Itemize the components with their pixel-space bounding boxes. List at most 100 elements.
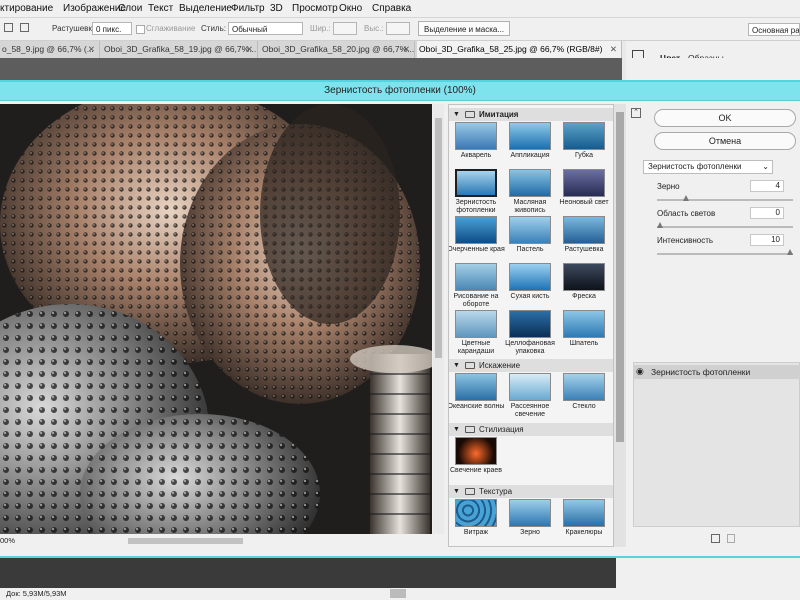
menu-help[interactable]: Справка <box>372 3 411 14</box>
filter-sponge[interactable]: Губка <box>557 122 609 172</box>
filter-palette-knife[interactable]: Шпатель <box>557 310 609 360</box>
style-select[interactable]: Обычный <box>228 22 303 35</box>
filter-fresco[interactable]: Фреска <box>557 263 609 313</box>
menu-select[interactable]: Выделение <box>179 3 232 14</box>
filter-watercolor[interactable]: Акварель <box>449 122 501 172</box>
scroll-thumb[interactable] <box>435 118 442 358</box>
applied-filter-row[interactable]: ◉ Зернистость фотопленки <box>633 365 800 379</box>
filter-rough-pastels[interactable]: Пастель <box>503 216 555 266</box>
canvas-bottom <box>0 558 616 588</box>
filter-label: Растушевка <box>564 246 604 253</box>
gallery-scrollbar[interactable] <box>614 104 626 547</box>
category-label: Искажение <box>479 361 521 370</box>
close-icon[interactable]: ✕ <box>88 41 95 58</box>
filter-cutout[interactable]: Аппликация <box>503 122 555 172</box>
applied-filters-list <box>633 362 800 527</box>
category-texture[interactable]: ▼ Текстура <box>449 485 613 498</box>
grain-slider-knob[interactable] <box>683 195 689 201</box>
scroll-handle-icon[interactable] <box>390 589 406 598</box>
filter-stained-glass[interactable]: Витраж <box>449 499 501 546</box>
new-selection-icon[interactable] <box>4 23 13 32</box>
highlight-area-slider-knob[interactable] <box>657 222 663 228</box>
filter-label: Целлофановая упаковка <box>505 340 555 355</box>
intensity-slider-knob[interactable] <box>787 249 793 255</box>
filter-label: Пастель <box>516 246 544 253</box>
filter-neon-glow[interactable]: Неоновый свет <box>557 169 609 219</box>
preview-image[interactable] <box>0 104 432 534</box>
workspace-select[interactable]: Основная рабоч <box>748 23 800 36</box>
height-label: Выс.: <box>364 24 384 33</box>
tab-doc-19[interactable]: Oboi_3D_Grafika_58_19.jpg @ 66,7%... ✕ <box>102 41 258 58</box>
filter-type-select[interactable]: Зернистость фотопленки ⌄ <box>643 160 773 174</box>
collapse-gallery-icon[interactable]: ⌃ <box>631 108 641 118</box>
add-selection-icon[interactable] <box>20 23 29 32</box>
options-bar: Растушевка: 0 пикс. Сглаживание Стиль: О… <box>0 18 800 41</box>
menu-edit[interactable]: ктирование <box>0 3 53 14</box>
scroll-thumb[interactable] <box>128 538 243 544</box>
menu-3d[interactable]: 3D <box>270 3 283 14</box>
select-and-mask-button[interactable]: Выделение и маска... <box>418 21 511 36</box>
tab-doc-20[interactable]: Oboi_3D_Grafika_58_20.jpg @ 66,7%... ✕ <box>260 41 415 58</box>
highlight-area-slider[interactable] <box>657 226 793 228</box>
menu-image[interactable]: Изображение <box>63 3 126 14</box>
menu-view[interactable]: Просмотр <box>292 3 338 14</box>
category-artistic[interactable]: ▼ Имитация <box>449 108 613 121</box>
menu-text[interactable]: Текст <box>148 3 173 14</box>
filter-colored-pencil[interactable]: Цветные карандаши <box>449 310 501 360</box>
filter-diffuse-glow[interactable]: Рассеянное свечение <box>503 373 555 423</box>
intensity-slider[interactable] <box>657 253 793 255</box>
close-icon[interactable]: ✕ <box>610 41 617 58</box>
delete-effect-layer-icon[interactable] <box>727 534 735 543</box>
filter-craquelure[interactable]: Кракелюры <box>557 499 609 546</box>
zoom-level[interactable]: 00% <box>0 536 15 545</box>
filter-thumbnail <box>455 373 497 401</box>
width-input[interactable] <box>333 22 357 35</box>
grain-input[interactable]: 4 <box>750 180 784 192</box>
menu-layers[interactable]: Слои <box>118 3 142 14</box>
tab-doc-25[interactable]: Oboi_3D_Grafika_58_25.jpg @ 66,7% (RGB/8… <box>417 41 622 58</box>
filter-thumbnail <box>509 263 551 291</box>
feather-input[interactable]: 0 пикс. <box>92 22 132 35</box>
preview-horizontal-scrollbar[interactable]: 00% <box>0 535 445 547</box>
filter-glass[interactable]: Стекло <box>557 373 609 423</box>
filter-plastic-wrap[interactable]: Целлофановая упаковка <box>503 310 555 360</box>
filter-thumbnail <box>563 122 605 150</box>
filter-label: Рисование на обороте <box>453 293 499 308</box>
filter-poster-edges[interactable]: Очерченные края <box>449 216 505 266</box>
height-input[interactable] <box>386 22 410 35</box>
filter-film-grain[interactable]: Зернистость фотопленки <box>449 169 501 219</box>
highlight-area-input[interactable]: 0 <box>750 207 784 219</box>
filter-paint-daubs[interactable]: Масляная живопись <box>503 169 555 219</box>
filter-label: Рассеянное свечение <box>510 403 550 418</box>
filter-thumbnail <box>509 373 551 401</box>
menu-window[interactable]: Окно <box>339 3 362 14</box>
doc-size: Док: 5,93M/5,93M <box>6 589 67 598</box>
filter-glowing-edges[interactable]: Свечение краев <box>449 437 502 487</box>
filter-grain[interactable]: Зерно <box>503 499 555 546</box>
filter-dry-brush[interactable]: Сухая кисть <box>503 263 555 313</box>
eye-icon[interactable]: ◉ <box>636 366 644 377</box>
close-icon[interactable]: ✕ <box>246 41 253 58</box>
category-distort[interactable]: ▼ Искажение <box>449 359 613 372</box>
preview-vertical-scrollbar[interactable] <box>433 104 444 534</box>
dialog-titlebar: Зернистость фотопленки (100%) <box>0 80 800 101</box>
new-effect-layer-icon[interactable] <box>711 534 720 543</box>
filter-label: Витраж <box>463 529 489 536</box>
filter-thumbnail <box>563 263 605 291</box>
ok-button[interactable]: OK <box>654 109 796 127</box>
close-icon[interactable]: ✕ <box>403 41 410 58</box>
scroll-thumb[interactable] <box>616 112 624 442</box>
folder-icon <box>465 362 475 369</box>
menu-filter[interactable]: Фильтр <box>231 3 265 14</box>
category-stylize[interactable]: ▼ Стилизация <box>449 423 613 436</box>
filter-smudge-stick[interactable]: Растушевка <box>557 216 609 266</box>
panel-bottom <box>616 558 800 588</box>
filter-ocean-ripple[interactable]: Океанские волны <box>449 373 504 423</box>
intensity-input[interactable]: 10 <box>750 234 784 246</box>
grain-slider[interactable] <box>657 199 793 201</box>
filter-underpainting[interactable]: Рисование на обороте <box>449 263 501 313</box>
filter-label: Аппликация <box>510 152 550 159</box>
cancel-button[interactable]: Отмена <box>654 132 796 150</box>
antialias-checkbox[interactable] <box>136 25 145 34</box>
tab-doc-9[interactable]: o_58_9.jpg @ 66,7% (... ✕ <box>0 41 100 58</box>
